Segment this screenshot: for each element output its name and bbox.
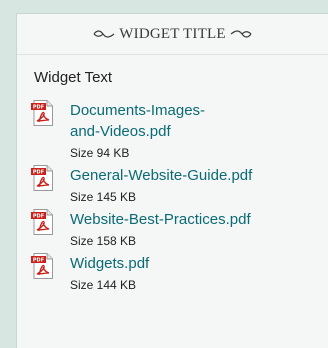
svg-text:PDF: PDF [33, 105, 44, 111]
file-size: Size 94 KB [70, 146, 130, 160]
pdf-icon: PDF [31, 100, 53, 126]
file-link[interactable]: Widgets.pdf [70, 253, 310, 274]
file-item: PDF General-Website-Guide.pdf Size 145 K… [31, 165, 328, 206]
widget-title: WIDGET TITLE [119, 25, 226, 42]
svg-text:PDF: PDF [33, 170, 44, 176]
svg-text:PDF: PDF [33, 214, 44, 220]
file-item: PDF Widgets.pdf Size 144 KB [31, 253, 328, 294]
file-link[interactable]: Website-Best-Practices.pdf [70, 209, 310, 230]
file-size: Size 144 KB [70, 278, 137, 292]
file-size: Size 145 KB [70, 190, 137, 204]
widget-panel: WIDGET TITLE Widget Text PDF Documents-I… [16, 13, 328, 348]
svg-text:PDF: PDF [33, 258, 44, 264]
pdf-icon: PDF [31, 165, 53, 191]
file-link[interactable]: General-Website-Guide.pdf [70, 165, 310, 186]
widget-text: Widget Text [34, 69, 113, 86]
file-list: PDF Documents-Images- and-Videos.pdf Siz… [31, 100, 328, 294]
ornament-right-icon [230, 30, 252, 38]
file-item: PDF Documents-Images- and-Videos.pdf Siz… [31, 100, 328, 162]
pdf-icon: PDF [31, 209, 53, 235]
file-item: PDF Website-Best-Practices.pdf Size 158 … [31, 209, 328, 250]
pdf-icon: PDF [31, 253, 53, 279]
file-link[interactable]: Documents-Images- and-Videos.pdf [70, 100, 310, 142]
ornament-left-icon [93, 30, 115, 38]
widget-header: WIDGET TITLE [17, 14, 328, 55]
file-size: Size 158 KB [70, 234, 137, 248]
